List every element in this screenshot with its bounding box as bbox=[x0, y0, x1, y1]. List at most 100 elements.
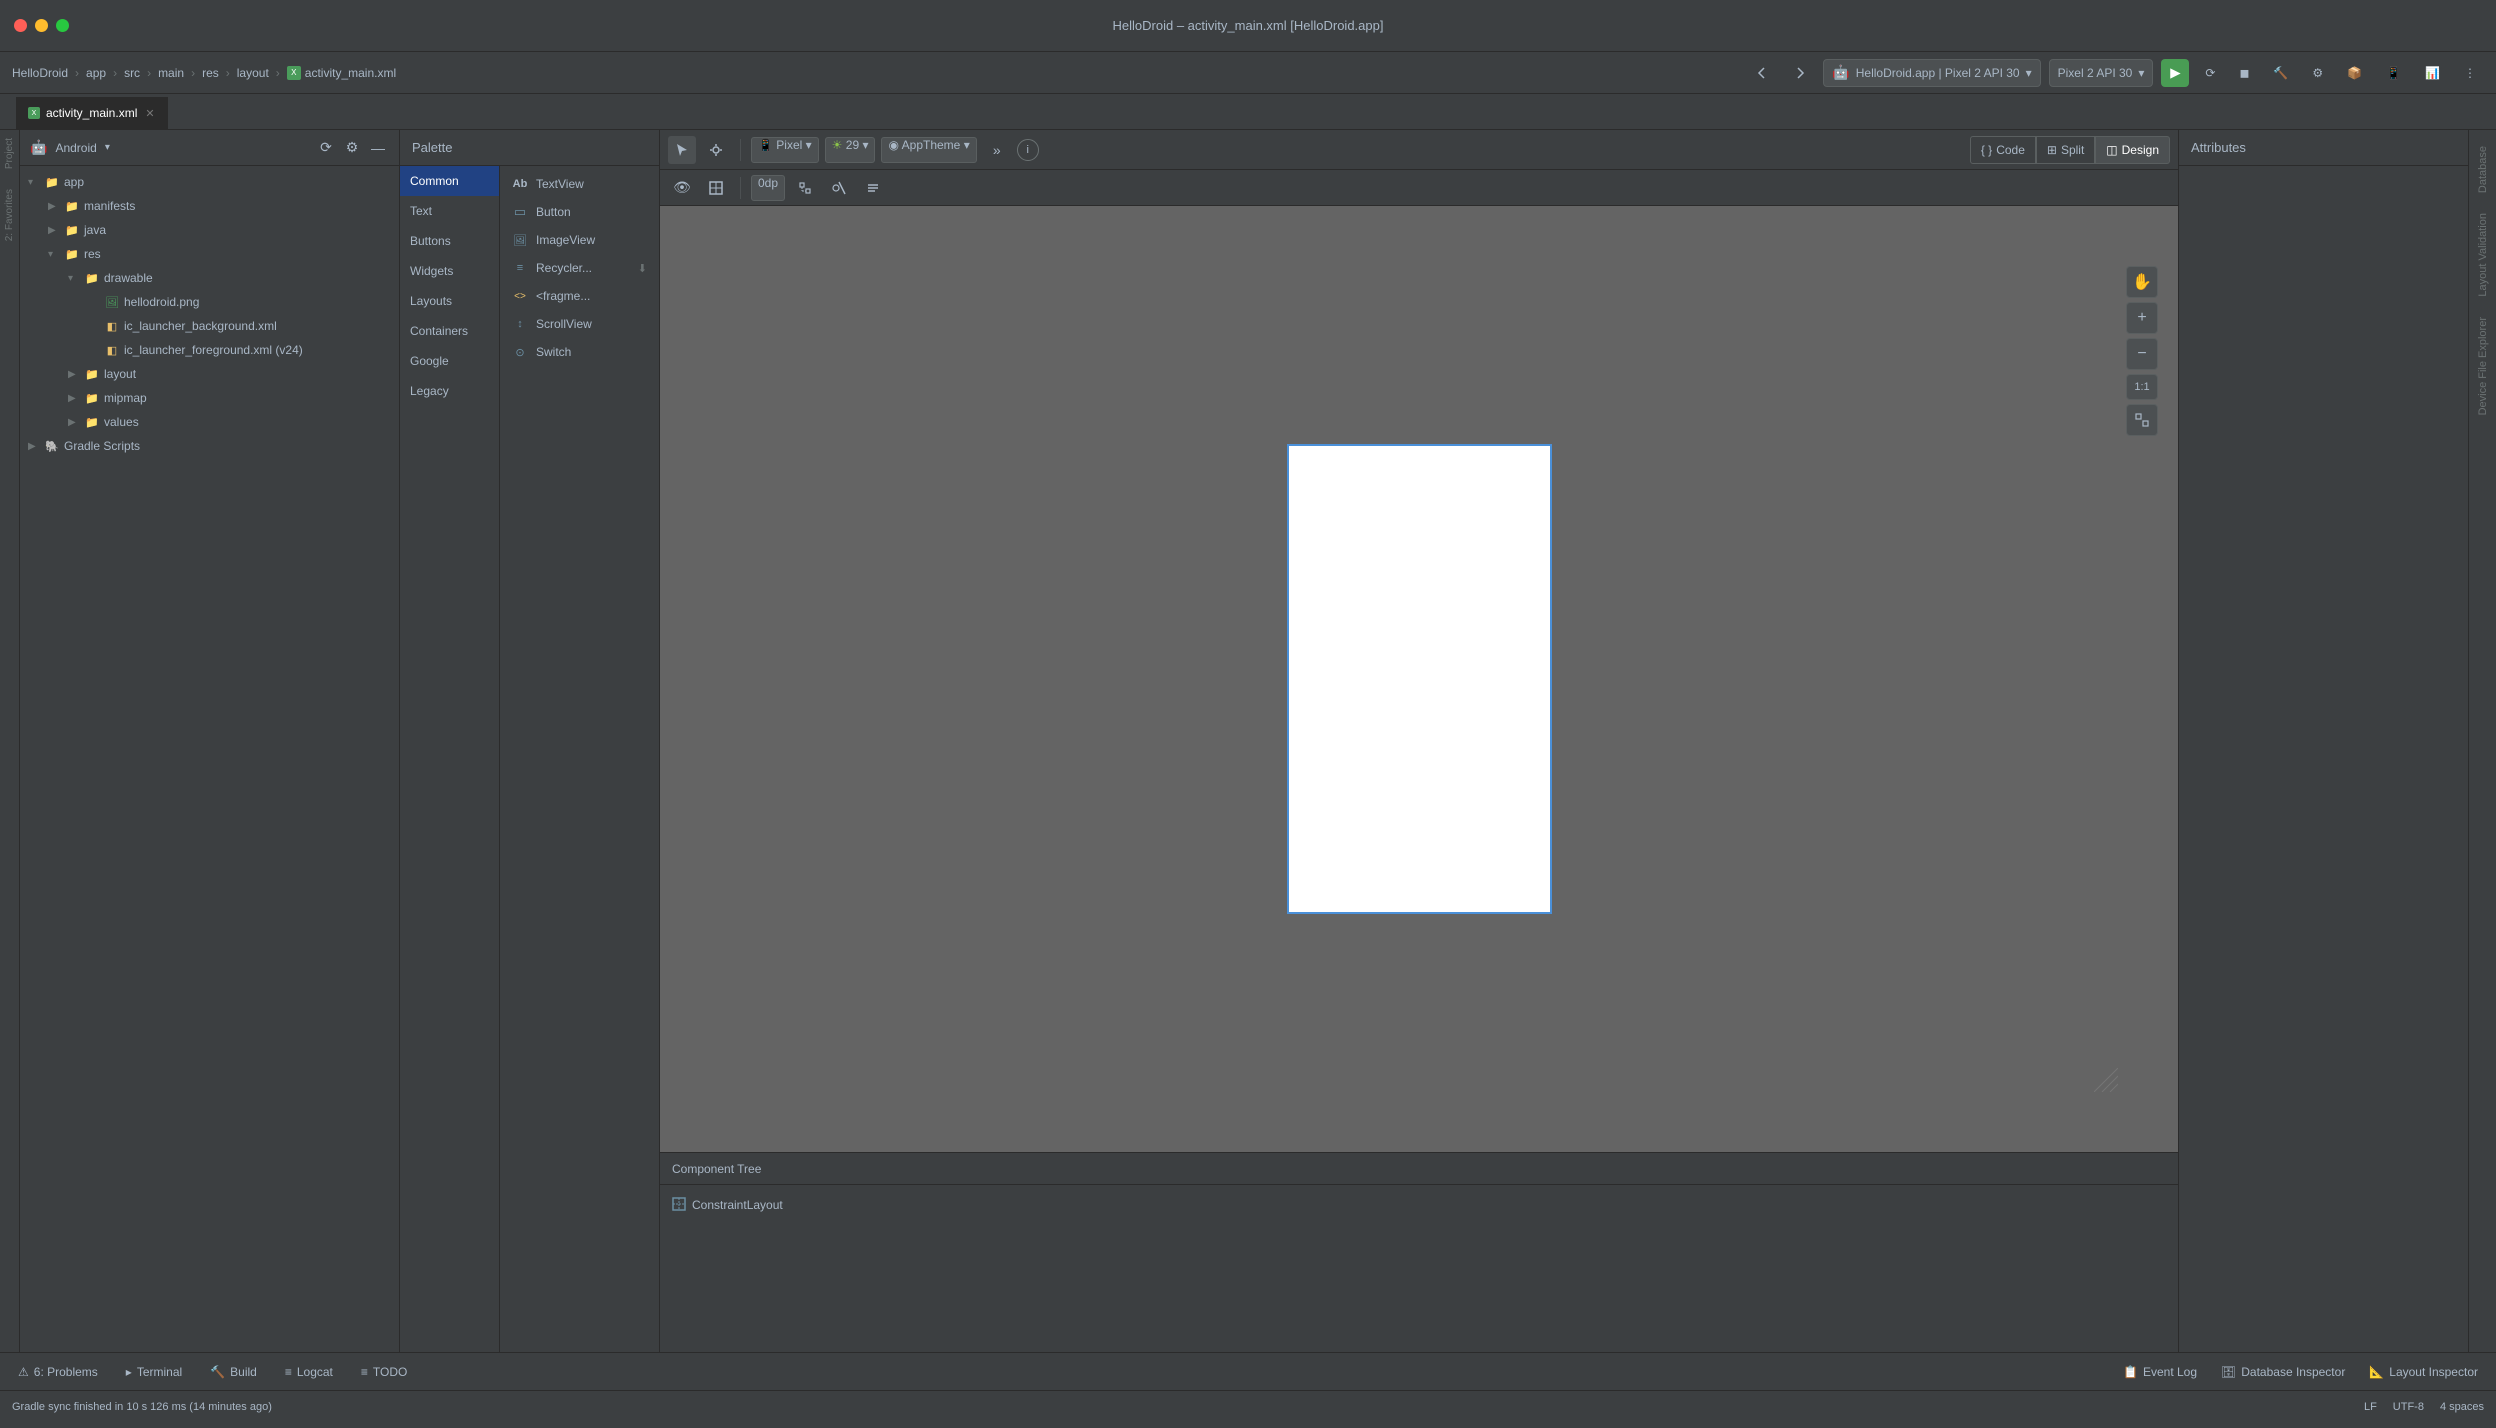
tab-close-button[interactable]: ✕ bbox=[145, 107, 154, 120]
breadcrumb-app[interactable]: app bbox=[86, 66, 106, 80]
database-vtab[interactable]: Database bbox=[2475, 138, 2491, 201]
fit-screen-btn[interactable] bbox=[2126, 404, 2158, 436]
panel-sync-btn[interactable]: ⟳ bbox=[315, 137, 337, 159]
palette-cat-text[interactable]: Text bbox=[400, 196, 499, 226]
layout-inspector-tab[interactable]: 📐 Layout Inspector bbox=[2359, 1357, 2488, 1387]
tree-values[interactable]: ▶ 📁 values bbox=[20, 410, 399, 434]
palette-cat-widgets[interactable]: Widgets bbox=[400, 256, 499, 286]
event-log-tab[interactable]: 📋 Event Log bbox=[2113, 1357, 2207, 1387]
sdk-manager-button[interactable]: 📦 bbox=[2339, 59, 2370, 87]
palette-cat-containers[interactable]: Containers bbox=[400, 316, 499, 346]
forward-nav-button[interactable] bbox=[1785, 59, 1815, 87]
tree-hellodroid-png[interactable]: ▶ 🖼 hellodroid.png bbox=[20, 290, 399, 314]
palette-recyclerview[interactable]: ≡ Recycler... ⬇ bbox=[504, 254, 655, 282]
settings-button[interactable]: ⋮ bbox=[2456, 59, 2484, 87]
problems-tab[interactable]: ⚠ 6: Problems bbox=[8, 1357, 108, 1387]
tree-ic-launcher-bg[interactable]: ▶ ◧ ic_launcher_background.xml bbox=[20, 314, 399, 338]
palette-switch[interactable]: ⊙ Switch bbox=[504, 338, 655, 366]
pan-zoom-btn[interactable]: ✋ bbox=[2126, 266, 2158, 298]
magic-btn[interactable] bbox=[825, 174, 853, 202]
ic-launcher-bg-label: ic_launcher_background.xml bbox=[124, 319, 277, 333]
minimize-button[interactable] bbox=[35, 19, 48, 32]
pixel-selector[interactable]: Pixel 2 API 30 ▾ bbox=[2049, 59, 2154, 87]
close-button[interactable] bbox=[14, 19, 27, 32]
layout-label: layout bbox=[104, 367, 136, 381]
build-tab[interactable]: 🔨 Build bbox=[200, 1357, 267, 1387]
tree-ic-launcher-fg[interactable]: ▶ ◧ ic_launcher_foreground.xml (v24) bbox=[20, 338, 399, 362]
tree-drawable[interactable]: ▾ 📁 drawable bbox=[20, 266, 399, 290]
zoom-out-btn[interactable]: − bbox=[2126, 338, 2158, 370]
palette-scrollview[interactable]: ↕ ScrollView bbox=[504, 310, 655, 338]
tree-app-root[interactable]: ▾ 📁 app bbox=[20, 170, 399, 194]
code-view-tab[interactable]: { } Code bbox=[1970, 136, 2036, 164]
run-button[interactable]: ▶ bbox=[2161, 59, 2189, 87]
palette-imageview[interactable]: 🖼 ImageView bbox=[504, 226, 655, 254]
breadcrumb-layout[interactable]: layout bbox=[237, 66, 269, 80]
margin-input[interactable]: 0dp bbox=[751, 175, 785, 201]
palette-cat-legacy[interactable]: Legacy bbox=[400, 376, 499, 406]
eye-btn[interactable]: 👁 bbox=[668, 174, 696, 202]
device-selector[interactable]: 🤖 HelloDroid.app | Pixel 2 API 30 ▾ bbox=[1823, 59, 2040, 87]
build-label: Build bbox=[230, 1365, 257, 1379]
panel-gear-btn[interactable]: ⚙ bbox=[341, 137, 363, 159]
palette-cat-google[interactable]: Google bbox=[400, 346, 499, 376]
breadcrumb-hellodroid[interactable]: HelloDroid bbox=[12, 66, 68, 80]
maximize-button[interactable] bbox=[56, 19, 69, 32]
text-align-btn[interactable] bbox=[859, 174, 887, 202]
tree-java[interactable]: ▶ 📁 java bbox=[20, 218, 399, 242]
editor-tab-activity-main[interactable]: X activity_main.xml ✕ bbox=[16, 97, 168, 129]
back-nav-button[interactable] bbox=[1747, 59, 1777, 87]
tree-gradle[interactable]: ▶ 🐘 Gradle Scripts bbox=[20, 434, 399, 458]
pan-mode-btn[interactable] bbox=[702, 136, 730, 164]
blueprint-btn[interactable] bbox=[702, 174, 730, 202]
breadcrumb-src[interactable]: src bbox=[124, 66, 140, 80]
problems-label: 6: Problems bbox=[34, 1365, 98, 1379]
palette-button[interactable]: ▭ Button bbox=[504, 198, 655, 226]
constraint-layout-item[interactable]: ConstraintLayout bbox=[672, 1193, 2166, 1217]
constraints-btn[interactable] bbox=[791, 174, 819, 202]
layout-validation-vtab[interactable]: Layout Validation bbox=[2475, 205, 2491, 305]
select-mode-btn[interactable] bbox=[668, 136, 696, 164]
api-dropdown[interactable]: ☀ 29 ▾ bbox=[825, 137, 876, 163]
theme-dropdown[interactable]: ◉ AppTheme ▾ bbox=[881, 137, 976, 163]
tree-manifests[interactable]: ▶ 📁 manifests bbox=[20, 194, 399, 218]
palette-cat-layouts[interactable]: Layouts bbox=[400, 286, 499, 316]
gradle-sync-button[interactable]: 🔨 bbox=[2265, 59, 2296, 87]
zoom-in-btn[interactable]: + bbox=[2126, 302, 2158, 334]
refresh-button[interactable]: ⟳ bbox=[2197, 59, 2223, 87]
design-view-tab[interactable]: ◫ Design bbox=[2095, 136, 2170, 164]
design-canvas[interactable]: ✋ + − 1:1 bbox=[660, 206, 2178, 1152]
palette-cat-buttons[interactable]: Buttons bbox=[400, 226, 499, 256]
favorites-vtab[interactable]: 2: Favorites bbox=[4, 189, 15, 241]
tree-res[interactable]: ▾ 📁 res bbox=[20, 242, 399, 266]
pixel-label: Pixel 2 API 30 bbox=[2058, 66, 2133, 80]
pixel-dropdown[interactable]: 📱 Pixel ▾ bbox=[751, 137, 819, 163]
app-root-arrow: ▾ bbox=[28, 177, 40, 188]
avd-manager-button[interactable]: 📱 bbox=[2378, 59, 2409, 87]
split-view-tab[interactable]: ⊞ Split bbox=[2036, 136, 2095, 164]
panel-collapse-btn[interactable]: — bbox=[367, 137, 389, 159]
fit-icon bbox=[2135, 413, 2149, 427]
profile-button[interactable]: 📊 bbox=[2417, 59, 2448, 87]
info-button[interactable]: i bbox=[1017, 139, 1039, 161]
breadcrumb-res[interactable]: res bbox=[202, 66, 219, 80]
locale-btn[interactable]: » bbox=[983, 136, 1011, 164]
build-menu-button[interactable]: ⚙ bbox=[2304, 59, 2331, 87]
android-dropdown[interactable]: ▾ bbox=[105, 142, 110, 153]
project-vtab[interactable]: Project bbox=[4, 138, 15, 169]
switch-label: Switch bbox=[536, 345, 571, 359]
database-inspector-tab[interactable]: 🗄 Database Inspector bbox=[2211, 1357, 2355, 1387]
device-file-explorer-vtab[interactable]: Device File Explorer bbox=[2475, 309, 2491, 423]
todo-tab[interactable]: ≡ TODO bbox=[351, 1357, 417, 1387]
component-tree-body: ConstraintLayout bbox=[660, 1185, 2178, 1225]
breadcrumb-main[interactable]: main bbox=[158, 66, 184, 80]
logcat-tab[interactable]: ≡ Logcat bbox=[275, 1357, 343, 1387]
palette-fragment[interactable]: <> <fragme... bbox=[504, 282, 655, 310]
palette-cat-common[interactable]: Common bbox=[400, 166, 499, 196]
constraint-icon bbox=[672, 1197, 686, 1214]
terminal-tab[interactable]: ▸ Terminal bbox=[116, 1357, 192, 1387]
tree-layout[interactable]: ▶ 📁 layout bbox=[20, 362, 399, 386]
stop-button[interactable]: ◼ bbox=[2231, 59, 2257, 87]
palette-textview[interactable]: Ab TextView bbox=[504, 170, 655, 198]
tree-mipmap[interactable]: ▶ 📁 mipmap bbox=[20, 386, 399, 410]
